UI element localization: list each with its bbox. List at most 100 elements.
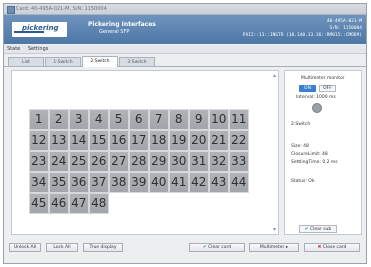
switch-cell[interactable]: 31: [189, 151, 209, 172]
product-type: General SFP: [99, 29, 130, 35]
switch-cell[interactable]: 19: [169, 130, 189, 151]
switch-cell[interactable]: 24: [49, 151, 69, 172]
switch-grid: 1 2 3 4 5 6 7 8 9 10 11 12 13 14 15 16 17 18 19 20 21 22 23 24 2…: [29, 109, 249, 214]
footer-toolbar: Unlock All Lock All True display ✔ Clear…: [4, 240, 366, 258]
switch-cell[interactable]: 20: [189, 130, 209, 151]
panel-scrollbar[interactable]: [272, 73, 277, 232]
card-model: 40-495A-021-M: [326, 19, 362, 24]
switch-cell[interactable]: 21: [209, 130, 229, 151]
monitor-sidebar: Multimeter monitor ON OFF Interval: 1000…: [284, 70, 362, 235]
multimeter-label: Multimeter: [259, 245, 285, 250]
close-card-button[interactable]: ✖ Close card: [304, 243, 360, 252]
switch-cell[interactable]: 6: [129, 109, 149, 130]
switch-cell[interactable]: 2: [49, 109, 69, 130]
app-icon: [7, 6, 15, 14]
switch-cell[interactable]: 17: [129, 130, 149, 151]
switch-cell[interactable]: 9: [189, 109, 209, 130]
switch-cell[interactable]: 32: [209, 151, 229, 172]
multimeter-button[interactable]: Multimeter ▸: [249, 243, 299, 252]
switch-cell[interactable]: 35: [49, 172, 69, 193]
switch-cell[interactable]: 16: [109, 130, 129, 151]
switch-cell[interactable]: 10: [209, 109, 229, 130]
red-x-icon: ✖: [317, 245, 322, 250]
tab-list[interactable]: List: [8, 57, 44, 66]
switch-cell[interactable]: 36: [69, 172, 89, 193]
selected-switch-label: 2:Switch: [291, 122, 311, 127]
monitor-on-button[interactable]: ON: [299, 85, 316, 92]
switch-cell[interactable]: 39: [129, 172, 149, 193]
switch-cell[interactable]: 34: [29, 172, 49, 193]
switch-cell[interactable]: 44: [229, 172, 249, 193]
switch-cell[interactable]: 47: [69, 193, 89, 214]
switch-panel: 1 2 3 4 5 6 7 8 9 10 11 12 13 14 15 16 17 18 19 20 21 22 23 24 2…: [11, 70, 279, 235]
pickering-logo: pickering: [12, 22, 67, 37]
switch-cell[interactable]: 15: [89, 130, 109, 151]
switch-cell[interactable]: 41: [169, 172, 189, 193]
clear-card-button[interactable]: ✔ Clear card: [189, 243, 245, 252]
switch-cell[interactable]: 28: [129, 151, 149, 172]
switch-cell[interactable]: 22: [229, 130, 249, 151]
product-company: Pickering Interfaces: [88, 21, 156, 28]
card-identity: 40-495A-021-M S/N: 1150004 PXI2::13::INS…: [243, 18, 362, 39]
tab-switch-2[interactable]: 2:Switch: [82, 56, 118, 67]
switch-cell[interactable]: 33: [229, 151, 249, 172]
switch-cell[interactable]: 45: [29, 193, 49, 214]
switch-cell[interactable]: 13: [49, 130, 69, 151]
switch-cell[interactable]: 48: [89, 193, 109, 214]
tab-switch-1[interactable]: 1:Switch: [45, 57, 81, 66]
menu-settings[interactable]: Settings: [28, 46, 49, 52]
scroll-down-icon: [273, 228, 276, 231]
tab-strip: List 1:Switch 2:Switch 3:Switch: [4, 54, 366, 67]
monitor-off-button[interactable]: OFF: [319, 85, 336, 92]
switch-info: Size: 48 ClosureLimit: 48 SettlingTime: …: [291, 143, 355, 167]
switch-cell[interactable]: 5: [109, 109, 129, 130]
switch-cell[interactable]: 1: [29, 109, 49, 130]
lock-all-button[interactable]: Lock All: [46, 243, 78, 252]
switch-cell[interactable]: 25: [69, 151, 89, 172]
switch-cell[interactable]: 4: [89, 109, 109, 130]
green-check-icon: ✔: [202, 245, 207, 250]
card-header: pickering Pickering Interfaces General S…: [4, 15, 366, 44]
switch-cell[interactable]: 42: [189, 172, 209, 193]
menu-state[interactable]: State: [7, 46, 20, 52]
switch-cell[interactable]: 27: [109, 151, 129, 172]
switch-settling-time: SettlingTime: 0.2 ms: [291, 160, 338, 165]
switch-cell[interactable]: 37: [89, 172, 109, 193]
card-serial: S/N: 1150004: [329, 26, 362, 31]
switch-cell[interactable]: 12: [29, 130, 49, 151]
true-display-button[interactable]: True display: [83, 243, 123, 252]
switch-cell[interactable]: 14: [69, 130, 89, 151]
tab-switch-3[interactable]: 3:Switch: [119, 57, 155, 66]
card-resource: PXI2::13::INSTR (10.140.13.36::RM015::CM…: [242, 33, 362, 38]
switch-cell[interactable]: 18: [149, 130, 169, 151]
status-text: Status: Ok: [291, 179, 315, 184]
green-check-icon: ✔: [304, 227, 309, 232]
clear-sub-button[interactable]: ✔ Clear sub: [299, 225, 337, 233]
interval-knob[interactable]: [312, 103, 322, 113]
monitor-title: Multimeter monitor: [301, 76, 345, 81]
clear-card-label: Clear card: [208, 245, 232, 250]
switch-cell[interactable]: 38: [109, 172, 129, 193]
switch-cell[interactable]: 23: [29, 151, 49, 172]
scroll-up-icon: [273, 74, 276, 77]
switch-cell[interactable]: 43: [209, 172, 229, 193]
switch-cell[interactable]: 3: [69, 109, 89, 130]
switch-cell[interactable]: 46: [49, 193, 69, 214]
menu-bar: State Settings: [4, 45, 366, 54]
switch-cell[interactable]: 40: [149, 172, 169, 193]
title-bar: Card: 40-495A-021-M, S/N: 1150004: [4, 4, 366, 15]
switch-cell[interactable]: 30: [169, 151, 189, 172]
dropdown-arrow-icon: ▸: [285, 245, 289, 250]
switch-cell[interactable]: 26: [89, 151, 109, 172]
switch-cell[interactable]: 7: [149, 109, 169, 130]
switch-cell[interactable]: 8: [169, 109, 189, 130]
logo-underline: [14, 31, 44, 33]
window-title: Card: 40-495A-021-M, S/N: 1150004: [16, 6, 107, 12]
switch-cell[interactable]: 29: [149, 151, 169, 172]
clear-sub-label: Clear sub: [309, 227, 332, 232]
switch-size: Size: 48: [291, 144, 309, 149]
switch-cell[interactable]: 11: [229, 109, 249, 130]
app-window: Card: 40-495A-021-M, S/N: 1150004 picker…: [3, 3, 367, 264]
unlock-all-button[interactable]: Unlock All: [9, 243, 41, 252]
interval-label: Interval: 1000 ms: [296, 95, 336, 100]
